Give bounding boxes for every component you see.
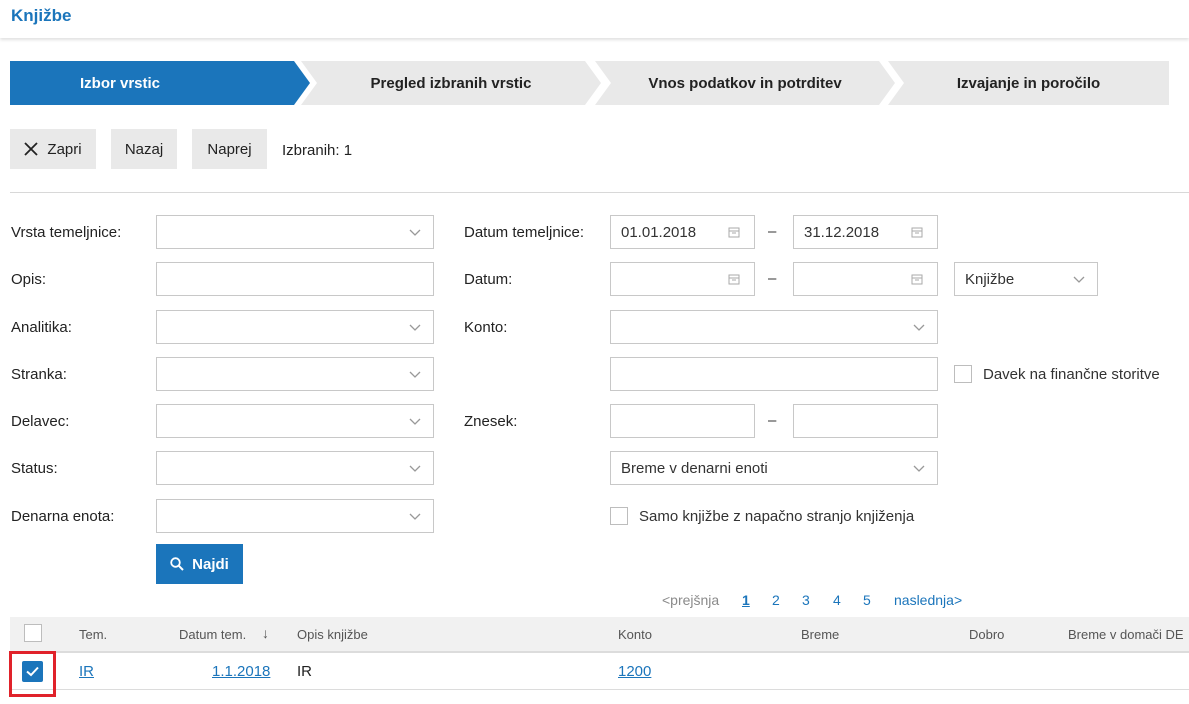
wizard-step-izbor-vrstic[interactable]: Izbor vrstic bbox=[10, 61, 310, 105]
znesek-from-input[interactable] bbox=[610, 404, 755, 438]
calendar-icon[interactable] bbox=[728, 226, 740, 238]
column-header-konto[interactable]: Konto bbox=[618, 627, 652, 642]
chevron-down-icon bbox=[913, 465, 925, 472]
selection-highlight bbox=[9, 651, 56, 697]
pagination-prev: <prejšnja bbox=[662, 592, 720, 608]
row-konto-link[interactable]: 1200 bbox=[618, 663, 651, 680]
chevron-down-icon bbox=[409, 418, 421, 425]
datum-temeljnice-label: Datum temeljnice: bbox=[464, 224, 585, 241]
datum-temeljnice-to-value: 31.12.2018 bbox=[804, 223, 880, 241]
chevron-down-icon bbox=[409, 465, 421, 472]
next-button[interactable]: Naprej bbox=[192, 129, 267, 169]
samo-napacne-checkbox[interactable] bbox=[610, 507, 628, 525]
wizard-steps: Izbor vrstic Pregled izbranih vrstic Vno… bbox=[10, 61, 1169, 105]
wizard-step-vnos[interactable]: Vnos podatkov in potrditev bbox=[595, 61, 895, 105]
column-header-datum[interactable]: Datum tem. bbox=[179, 627, 246, 642]
datum-temeljnice-from-value: 01.01.2018 bbox=[621, 223, 697, 241]
calendar-icon[interactable] bbox=[728, 273, 740, 285]
select-all-checkbox[interactable] bbox=[24, 624, 42, 642]
sort-desc-icon[interactable]: ↓ bbox=[262, 625, 269, 641]
znesek-label: Znesek: bbox=[464, 413, 518, 430]
table-row bbox=[10, 655, 1189, 690]
konto-select[interactable] bbox=[610, 310, 938, 344]
znesek-type-value: Breme v denarni enoti bbox=[621, 459, 768, 477]
wizard-step-label: Pregled izbranih vrstic bbox=[370, 74, 532, 92]
datum-to-input[interactable] bbox=[793, 262, 938, 296]
konto-label: Konto: bbox=[464, 319, 508, 336]
calendar-icon[interactable] bbox=[911, 273, 923, 285]
delavec-label: Delavec: bbox=[11, 413, 70, 430]
vrsta-temeljnice-select[interactable] bbox=[156, 215, 434, 249]
davek-checkbox[interactable] bbox=[954, 365, 972, 383]
row-opis: IR bbox=[297, 663, 312, 680]
back-button[interactable]: Nazaj bbox=[111, 129, 177, 169]
wizard-step-izvajanje[interactable]: Izvajanje in poročilo bbox=[888, 61, 1169, 105]
datum-type-select[interactable]: Knjižbe bbox=[954, 262, 1098, 296]
datum-label: Datum: bbox=[464, 271, 513, 288]
top-bar: Knjižbe bbox=[0, 0, 1189, 38]
delavec-select[interactable] bbox=[156, 404, 434, 438]
datum-temeljnice-to-input[interactable]: 31.12.2018 bbox=[793, 215, 938, 249]
calendar-icon[interactable] bbox=[911, 226, 923, 238]
znesek-type-select[interactable]: Breme v denarni enoti bbox=[610, 451, 938, 485]
page-title: Knjižbe bbox=[11, 6, 72, 25]
status-label: Status: bbox=[11, 460, 58, 477]
datum-temeljnice-from-input[interactable]: 01.01.2018 bbox=[610, 215, 755, 249]
chevron-down-icon bbox=[409, 371, 421, 378]
close-icon bbox=[24, 142, 39, 156]
selected-count: Izbranih: 1 bbox=[282, 142, 353, 159]
column-header-opis[interactable]: Opis knjižbe bbox=[297, 627, 368, 642]
wizard-step-label: Izbor vrstic bbox=[79, 74, 161, 92]
wizard-step-label: Izvajanje in poročilo bbox=[956, 74, 1101, 92]
column-header-tem[interactable]: Tem. bbox=[79, 627, 107, 642]
datum-type-value: Knjižbe bbox=[965, 270, 1015, 288]
range-dash: – bbox=[768, 223, 777, 240]
denarna-enota-label: Denarna enota: bbox=[11, 508, 115, 525]
datum-from-input[interactable] bbox=[610, 262, 755, 296]
samo-napacne-label: Samo knjižbe z napačno stranjo knjiženja bbox=[639, 508, 915, 525]
chevron-down-icon bbox=[913, 324, 925, 331]
stranka-label: Stranka: bbox=[11, 366, 67, 383]
divider bbox=[10, 192, 1189, 193]
pagination-page-4[interactable]: 4 bbox=[833, 592, 841, 608]
row-datum-link[interactable]: 1.1.2018 bbox=[212, 663, 270, 680]
chevron-down-icon bbox=[409, 229, 421, 236]
close-button[interactable]: Zapri bbox=[10, 129, 96, 169]
wizard-step-label: Vnos podatkov in potrditev bbox=[648, 74, 842, 92]
column-header-breme[interactable]: Breme bbox=[801, 627, 839, 642]
vrsta-temeljnice-label: Vrsta temeljnice: bbox=[11, 224, 122, 241]
davek-label: Davek na finančne storitve bbox=[983, 366, 1160, 383]
search-icon bbox=[170, 557, 184, 571]
znesek-to-input[interactable] bbox=[793, 404, 938, 438]
pagination-page-3[interactable]: 3 bbox=[802, 592, 810, 608]
opis-label: Opis: bbox=[11, 271, 47, 288]
search-button-label: Najdi bbox=[192, 555, 229, 573]
stranka-select[interactable] bbox=[156, 357, 434, 391]
denarna-enota-select[interactable] bbox=[156, 499, 434, 533]
close-button-label: Zapri bbox=[47, 140, 82, 158]
wizard-step-pregled[interactable]: Pregled izbranih vrstic bbox=[301, 61, 601, 105]
column-header-breme-de[interactable]: Breme v domači DE bbox=[1068, 627, 1184, 642]
analitika-label: Analitika: bbox=[11, 319, 72, 336]
chevron-down-icon bbox=[409, 513, 421, 520]
chevron-down-icon bbox=[409, 324, 421, 331]
status-select[interactable] bbox=[156, 451, 434, 485]
analitika-select[interactable] bbox=[156, 310, 434, 344]
pagination-page-5[interactable]: 5 bbox=[863, 592, 871, 608]
row-tem-link[interactable]: IR bbox=[79, 663, 94, 680]
range-dash: – bbox=[768, 270, 777, 287]
search-button[interactable]: Najdi bbox=[156, 544, 243, 584]
chevron-down-icon bbox=[1073, 276, 1085, 283]
opis-input[interactable] bbox=[156, 262, 434, 296]
pagination-next[interactable]: naslednja> bbox=[894, 592, 962, 608]
pagination-page-2[interactable]: 2 bbox=[772, 592, 780, 608]
range-dash: – bbox=[768, 412, 777, 429]
column-header-dobro[interactable]: Dobro bbox=[969, 627, 1004, 642]
pagination-page-1[interactable]: 1 bbox=[742, 592, 750, 608]
konto-secondary-input[interactable] bbox=[610, 357, 938, 391]
